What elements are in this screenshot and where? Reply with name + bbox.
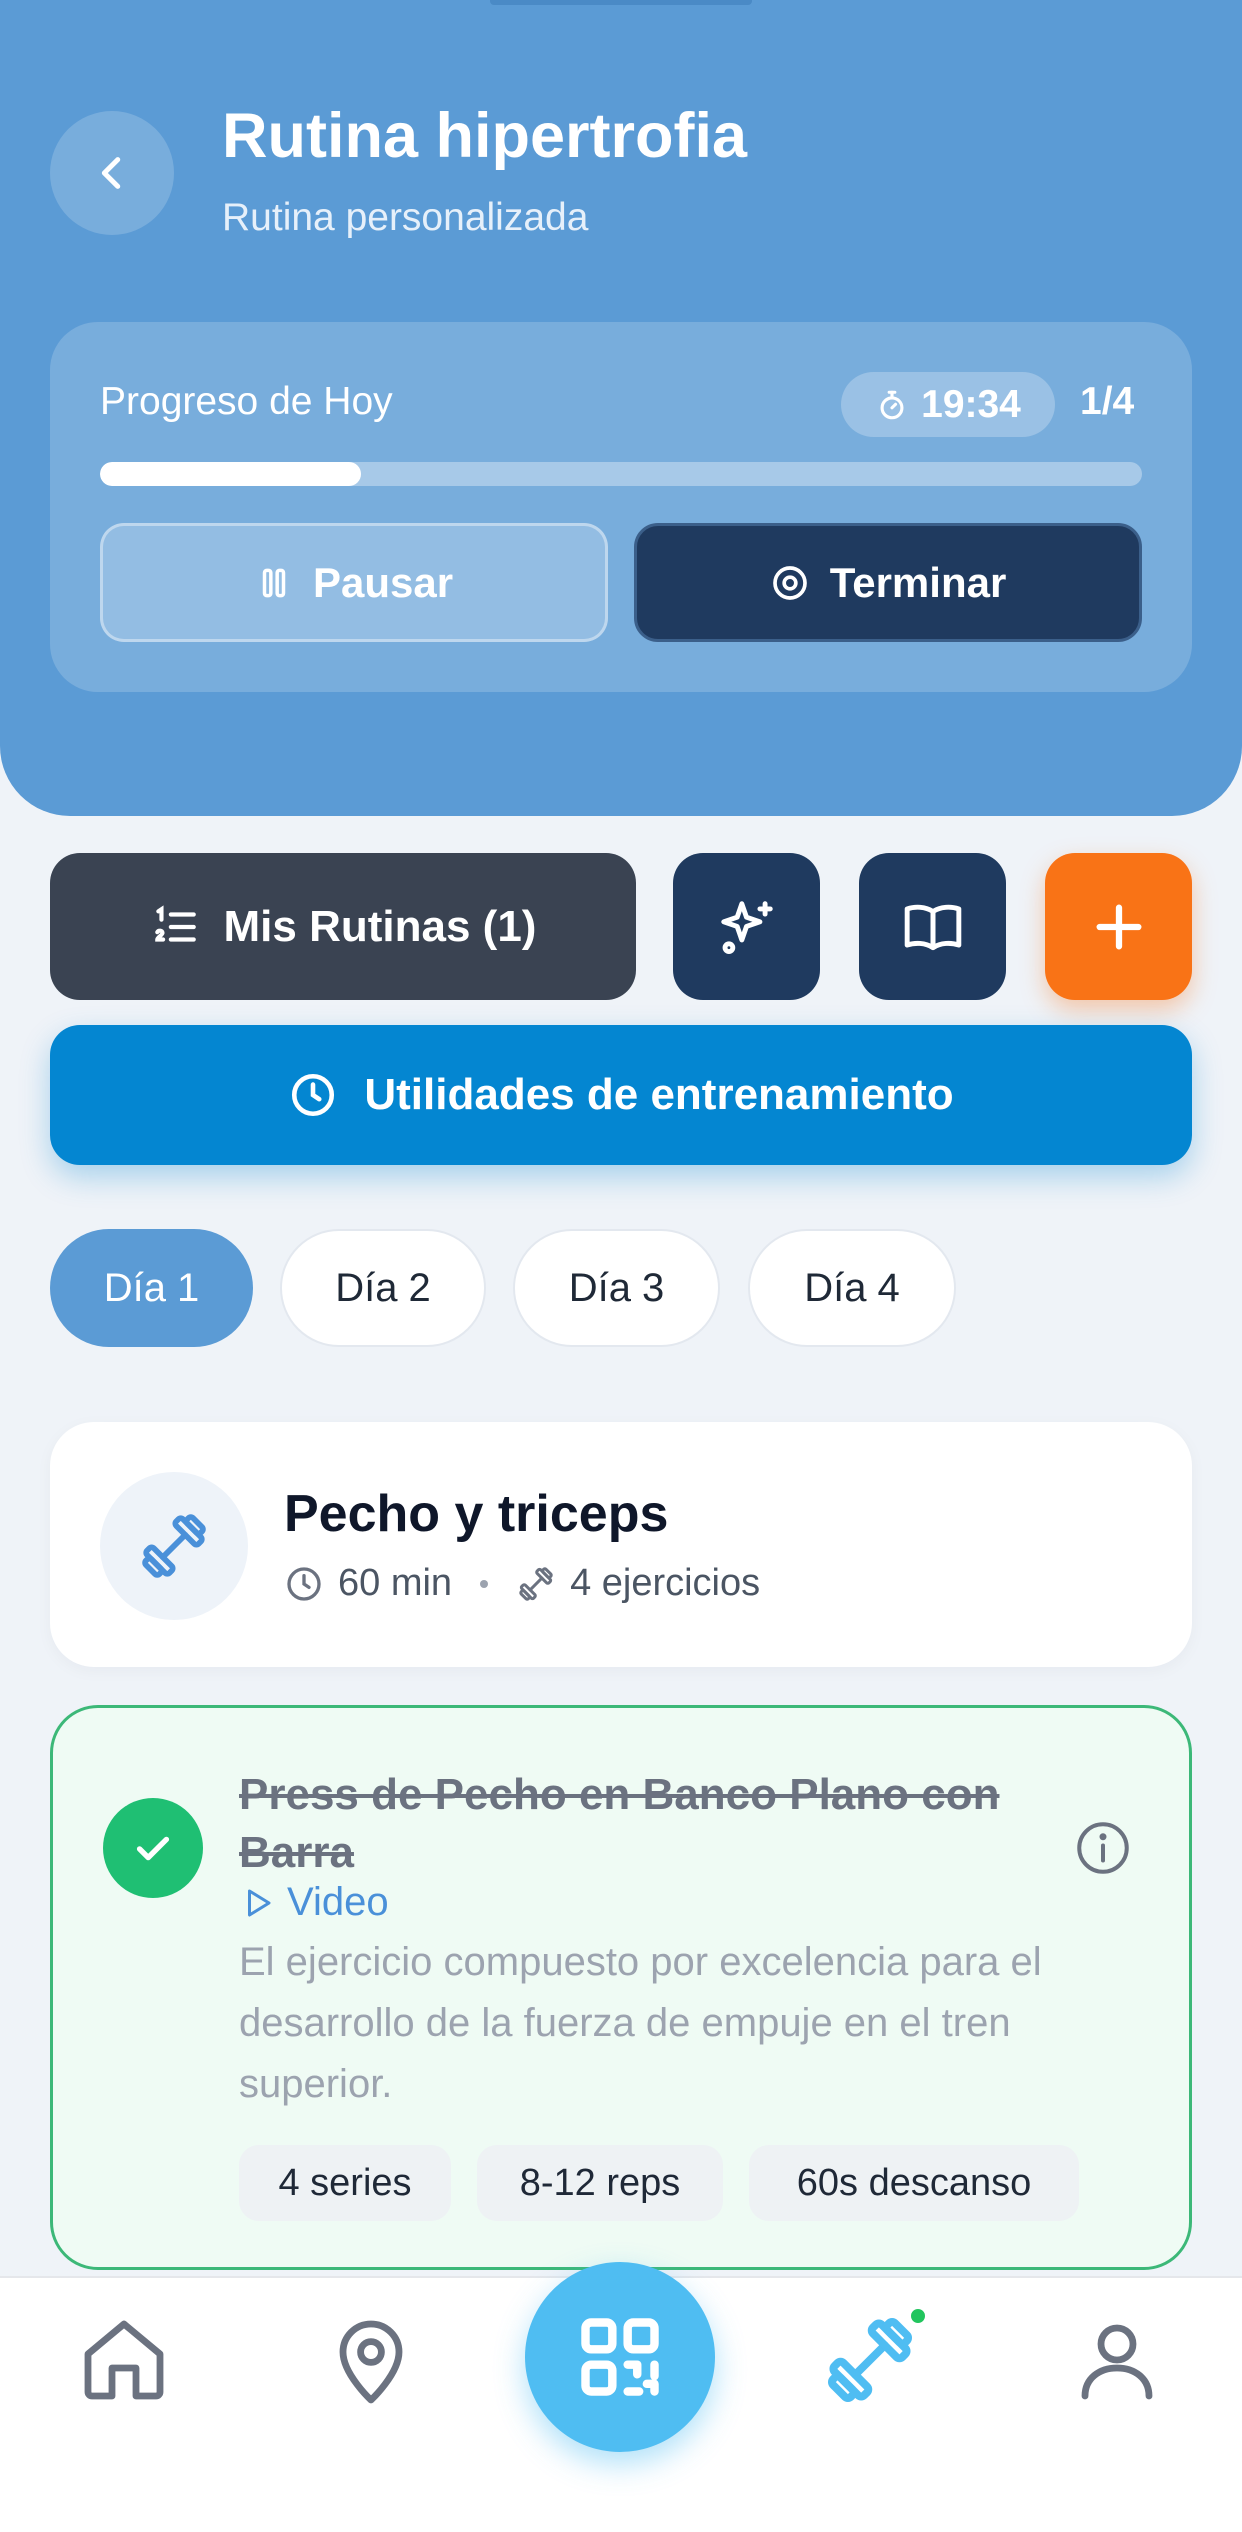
ai-routine-button[interactable] [673,853,820,1000]
plus-icon [1096,904,1141,949]
progress-bar-fill [100,462,361,486]
exercise-description: El ejercicio compuesto por excelencia pa… [239,1940,1042,2106]
meta-separator [480,1579,489,1588]
check-icon [136,1836,170,1861]
workout-title: Pecho y triceps [284,1485,669,1543]
day-tab-4[interactable]: Día 4 [748,1229,956,1347]
timer-pill: 19:34 [841,372,1055,437]
nav-profile[interactable] [1057,2300,1177,2420]
active-indicator-dot [908,2306,928,2326]
training-utilities-button[interactable]: Utilidades de entrenamiento [50,1025,1192,1165]
tag-series: 4 series [239,2145,451,2221]
sparkles-icon [720,900,773,954]
video-label: Video [287,1880,389,1924]
my-routines-label: Mis Rutinas (1) [223,901,537,951]
training-utilities-label: Utilidades de entrenamiento [364,1070,954,1119]
my-routines-button[interactable]: Mis Rutinas (1) [50,853,636,1000]
workout-meta: 60 min 4 ejercicios [284,1562,760,1605]
tag-reps: 8-12 reps [477,2145,723,2221]
workout-duration: 60 min [338,1562,453,1604]
progress-label: Progreso de Hoy [100,380,393,423]
progress-card: Progreso de Hoy 19:34 1/4 Pausar Termina… [50,322,1192,692]
finish-label: Terminar [829,558,1007,606]
book-open-icon [904,904,961,950]
progress-bar [100,462,1142,486]
exercise-info-button[interactable] [1073,1818,1133,1878]
workout-summary-card[interactable]: Pecho y triceps 60 min 4 ejercicios [50,1422,1192,1667]
progress-count: 1/4 [1080,380,1135,423]
day-tab-3[interactable]: Día 3 [513,1229,720,1347]
play-icon [248,1889,271,1916]
add-button[interactable] [1045,853,1192,1000]
stopwatch-icon [880,390,904,419]
numbered-list-icon [154,904,196,942]
chevron-left-icon [101,157,121,189]
status-notch [490,0,752,5]
day-tab-2[interactable]: Día 2 [280,1229,486,1347]
stop-circle-icon [772,565,807,600]
qr-code-icon [581,2318,659,2396]
exercise-card[interactable]: Press de Pecho en Banco Plano con Barra … [50,1705,1192,2270]
clock-icon [292,1073,335,1117]
pause-icon [262,568,286,597]
info-icon [1077,1822,1129,1874]
dumbbell-icon [519,1566,553,1601]
page-title: Rutina hipertrofia [222,101,748,171]
qr-scan-button[interactable] [525,2262,715,2452]
complete-toggle[interactable] [103,1798,203,1898]
page-subtitle: Rutina personalizada [222,196,589,239]
map-pin-icon [339,2320,403,2404]
clock-icon [287,1566,321,1601]
workout-exercise-count: 4 ejercicios [570,1562,761,1604]
tag-rest: 60s descanso [749,2145,1079,2221]
nav-home[interactable] [64,2300,184,2420]
library-button[interactable] [859,853,1006,1000]
pause-label: Pausar [312,558,454,606]
timer-value: 19:34 [921,382,1021,426]
video-link[interactable]: Video [239,1880,389,1925]
day-tab-1[interactable]: Día 1 [50,1229,253,1347]
user-icon [1081,2324,1153,2400]
back-button[interactable] [50,111,174,235]
home-icon [84,2320,164,2400]
exercise-title: Press de Pecho en Banco Plano con Barra [239,1770,1000,1877]
pause-button[interactable]: Pausar [100,523,608,642]
dumbbell-icon [827,2317,913,2403]
dumbbell-icon [142,1514,206,1578]
nav-locations[interactable] [311,2300,431,2420]
workout-icon-badge [100,1472,248,1620]
finish-button[interactable]: Terminar [634,523,1142,642]
